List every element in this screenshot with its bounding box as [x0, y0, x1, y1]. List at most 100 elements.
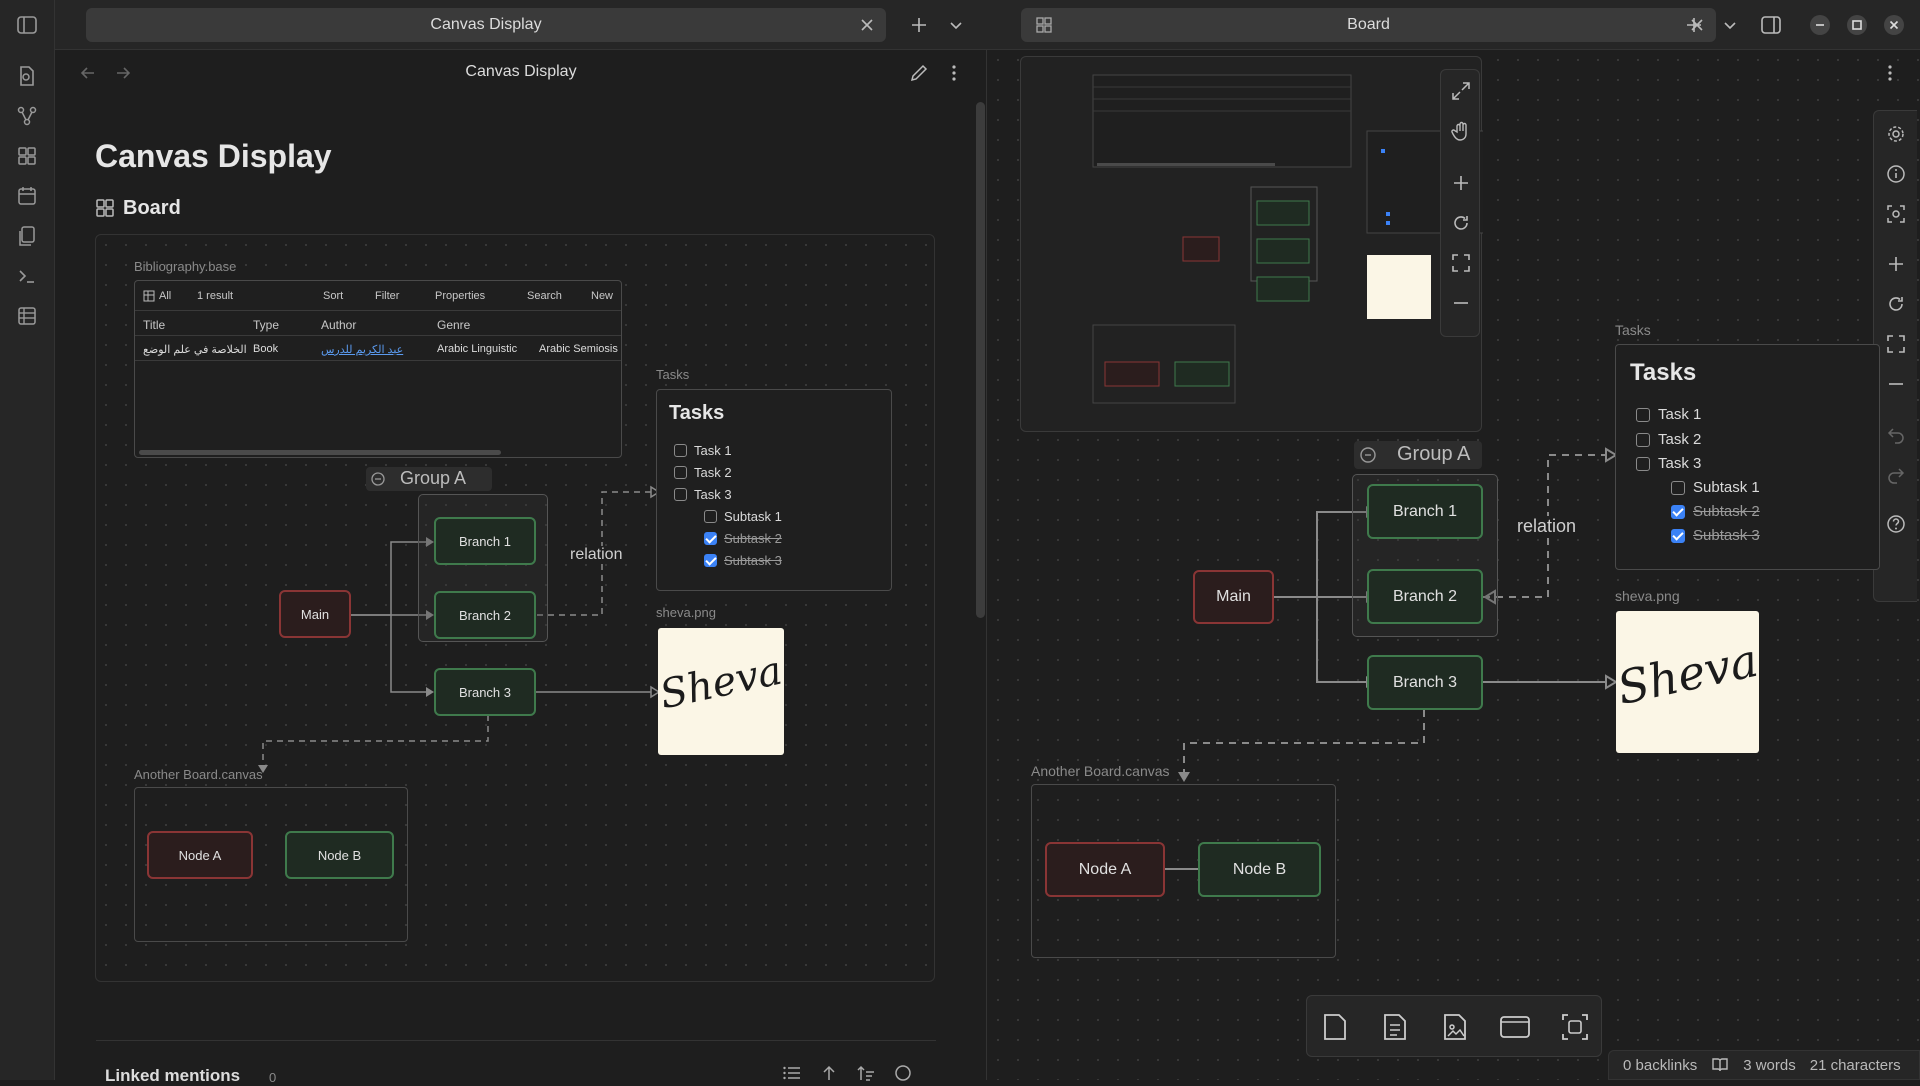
collapse-group-icon[interactable] — [370, 471, 386, 487]
collapse-results-icon[interactable] — [818, 1062, 840, 1084]
edge-label[interactable]: relation — [568, 546, 625, 564]
task-checkbox[interactable] — [1636, 408, 1650, 422]
node-main[interactable]: Main — [279, 590, 351, 638]
node-branch-3[interactable]: Branch 3 — [434, 668, 536, 716]
base-card[interactable]: All 1 result Sort Filter Properties Sear… — [134, 280, 622, 458]
add-web-page-icon[interactable] — [1555, 1007, 1595, 1047]
right-sidebar-toggle-icon[interactable] — [1760, 14, 1782, 36]
embedded-canvas[interactable]: Bibliography.base All 1 result Sort Filt… — [95, 234, 935, 982]
zoom-out-icon[interactable] — [1450, 292, 1472, 314]
node-branch-1[interactable]: Branch 1 — [434, 517, 536, 565]
cell-genre[interactable]: Arabic Semiosis — [539, 343, 618, 355]
new-tab-icon[interactable] — [908, 14, 930, 36]
info-icon[interactable] — [1885, 163, 1907, 185]
node-branch-1[interactable]: Branch 1 — [1367, 484, 1483, 539]
close-tab-icon[interactable] — [858, 16, 876, 34]
help-icon[interactable] — [1885, 513, 1907, 535]
calendar-icon[interactable] — [16, 185, 38, 207]
vertical-scrollbar[interactable] — [976, 102, 985, 618]
fit-to-screen-icon[interactable] — [1885, 333, 1907, 355]
list-view-icon[interactable] — [781, 1062, 803, 1084]
search-button[interactable]: Search — [527, 290, 562, 302]
linked-mentions-heading[interactable]: Linked mentions — [105, 1066, 240, 1086]
task-checkbox[interactable] — [1636, 457, 1650, 471]
edge-label[interactable]: relation — [1514, 516, 1580, 537]
node-a[interactable]: Node A — [147, 831, 253, 879]
task-checkbox[interactable] — [674, 466, 687, 479]
zoom-in-icon[interactable] — [1450, 172, 1472, 194]
column-header[interactable]: Author — [321, 318, 356, 332]
subtask-checkbox[interactable] — [704, 532, 717, 545]
node-b[interactable]: Node B — [285, 831, 394, 879]
reset-zoom-icon[interactable] — [1885, 293, 1907, 315]
group-label-box[interactable]: Group A — [366, 467, 492, 491]
edit-pencil-icon[interactable] — [908, 62, 930, 84]
node-b[interactable]: Node B — [1198, 842, 1321, 897]
minimap[interactable] — [1020, 56, 1483, 432]
node-branch-3[interactable]: Branch 3 — [1367, 655, 1483, 710]
reading-mode-icon[interactable] — [1711, 1056, 1729, 1074]
open-quick-switcher-icon[interactable] — [16, 65, 38, 87]
tab-canvas-display[interactable]: Canvas Display — [86, 8, 886, 42]
image-card[interactable]: Sheva — [1616, 611, 1759, 753]
tab-list-chevron-icon[interactable] — [945, 14, 967, 36]
redo-icon[interactable] — [1885, 463, 1907, 485]
templates-icon[interactable] — [16, 225, 38, 247]
add-note-icon[interactable] — [1375, 1007, 1415, 1047]
add-group-icon[interactable] — [1495, 1007, 1535, 1047]
properties-button[interactable]: Properties — [435, 290, 485, 302]
subtask-checkbox[interactable] — [704, 510, 717, 523]
cell-genre[interactable]: Arabic Linguistic — [437, 343, 517, 355]
more-options-icon[interactable] — [943, 62, 965, 84]
undo-icon[interactable] — [1885, 423, 1907, 445]
minimize-icon[interactable] — [1809, 14, 1831, 36]
subtask-checkbox[interactable] — [1671, 481, 1685, 495]
filter-button[interactable]: Filter — [375, 290, 399, 302]
close-window-icon[interactable] — [1883, 14, 1905, 36]
sidebar-toggle-icon[interactable] — [16, 14, 38, 36]
right-pane-canvas[interactable]: Tasks Tasks Task 1 Task 2 Task 3 Subtask… — [988, 50, 1920, 1080]
terminal-icon[interactable] — [16, 265, 38, 287]
subtask-checkbox[interactable] — [1671, 505, 1685, 519]
table-view-icon[interactable] — [143, 290, 155, 302]
cell-title[interactable]: الخلاصة في علم الوضع — [143, 343, 247, 356]
sort-order-icon[interactable] — [855, 1062, 877, 1084]
column-header[interactable]: Title — [143, 318, 165, 332]
bases-icon[interactable] — [16, 305, 38, 327]
settings-gear-icon[interactable] — [1885, 123, 1907, 145]
zoom-out-icon[interactable] — [1885, 373, 1907, 395]
sort-button[interactable]: Sort — [323, 290, 343, 302]
image-card[interactable]: Sheva — [658, 628, 784, 755]
node-branch-2[interactable]: Branch 2 — [1367, 569, 1483, 624]
fit-to-screen-icon[interactable] — [1450, 252, 1472, 274]
cell-type[interactable]: Book — [253, 343, 278, 355]
tab-list-chevron-icon[interactable] — [1719, 14, 1741, 36]
search-icon[interactable] — [892, 1062, 914, 1084]
new-tab-icon[interactable] — [1683, 14, 1705, 36]
cell-author-link[interactable]: عبد الكريم للدرس — [321, 343, 403, 356]
view-selector[interactable]: All — [159, 290, 171, 302]
new-button[interactable]: New — [591, 290, 613, 302]
column-header[interactable]: Genre — [437, 318, 470, 332]
backlinks-count[interactable]: 0 backlinks — [1623, 1057, 1697, 1074]
tab-board[interactable]: Board — [1021, 8, 1716, 42]
graph-view-icon[interactable] — [16, 105, 38, 127]
zoom-in-icon[interactable] — [1885, 253, 1907, 275]
node-main[interactable]: Main — [1193, 570, 1274, 624]
add-media-icon[interactable] — [1435, 1007, 1475, 1047]
collapse-group-icon[interactable] — [1359, 446, 1377, 464]
canvas-icon[interactable] — [16, 145, 38, 167]
task-checkbox[interactable] — [674, 488, 687, 501]
snapshot-icon[interactable] — [1885, 203, 1907, 225]
column-header[interactable]: Type — [253, 318, 279, 332]
subtask-checkbox[interactable] — [1671, 529, 1685, 543]
hand-pan-icon[interactable] — [1450, 120, 1472, 142]
task-checkbox[interactable] — [1636, 433, 1650, 447]
more-options-icon[interactable] — [1879, 62, 1901, 84]
maximize-icon[interactable] — [1846, 14, 1868, 36]
node-a[interactable]: Node A — [1045, 842, 1165, 897]
task-checkbox[interactable] — [674, 444, 687, 457]
add-card-icon[interactable] — [1315, 1007, 1355, 1047]
expand-icon[interactable] — [1450, 80, 1472, 102]
horizontal-scrollbar[interactable] — [139, 450, 501, 455]
